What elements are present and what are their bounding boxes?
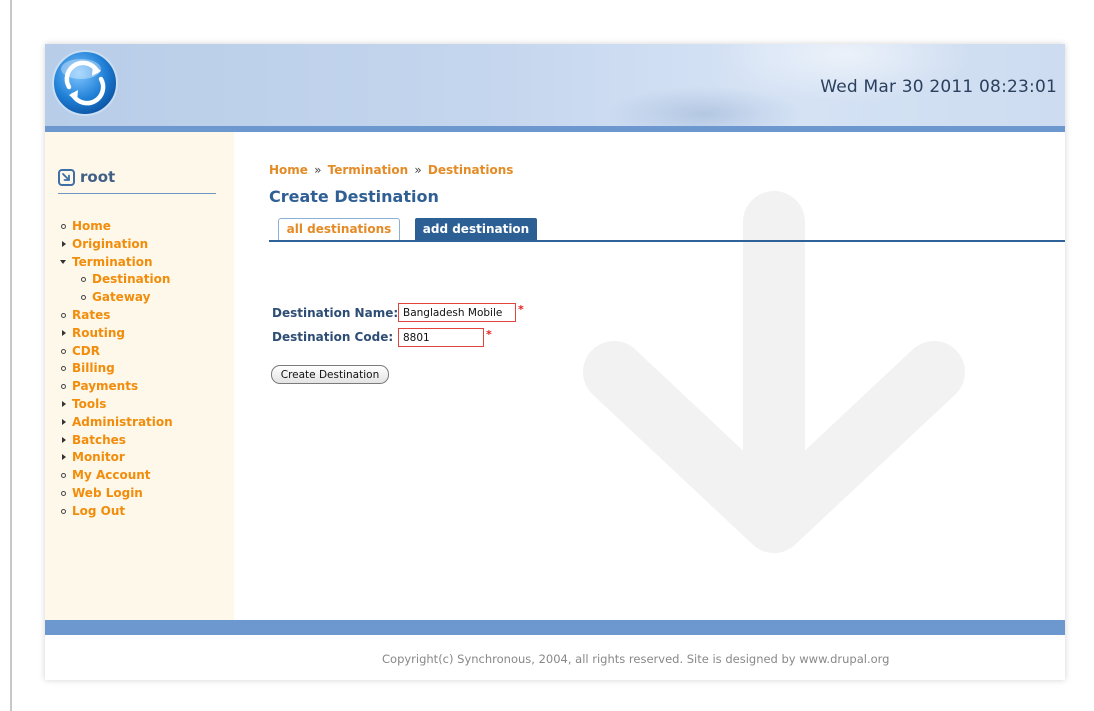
menu-item-label[interactable]: Destination <box>92 272 170 286</box>
menu-item-rates[interactable]: Rates <box>45 307 173 325</box>
menu-item-label[interactable]: Routing <box>72 326 125 340</box>
page-frame: Wed Mar 30 2011 08:23:01 root Home Origi… <box>45 44 1065 680</box>
menu-item-label[interactable]: Termination <box>72 255 153 269</box>
site-header: Wed Mar 30 2011 08:23:01 <box>45 44 1065 126</box>
expand-arrow-icon[interactable] <box>62 454 66 461</box>
menu-item-administration[interactable]: Administration <box>45 414 173 432</box>
bullet-icon <box>61 366 66 372</box>
bullet-icon <box>61 473 66 479</box>
menu-item-cdr[interactable]: CDR <box>45 343 173 361</box>
breadcrumb-separator: » <box>314 163 322 177</box>
breadcrumb-separator: » <box>414 163 422 177</box>
bullet-icon <box>61 490 66 496</box>
window-edge <box>10 0 12 711</box>
breadcrumb-destinations[interactable]: Destinations <box>428 163 514 177</box>
bullet-icon <box>61 384 66 390</box>
tab-add-destination[interactable]: add destination <box>415 218 537 242</box>
menu-item-web-login[interactable]: Web Login <box>45 485 173 503</box>
copyright-text: Copyright(c) Synchronous, 2004, all righ… <box>382 652 890 666</box>
destination-code-input[interactable] <box>398 328 484 347</box>
breadcrumb-home[interactable]: Home <box>269 163 308 177</box>
breadcrumb-termination[interactable]: Termination <box>328 163 409 177</box>
menu-item-termination[interactable]: Termination <box>45 254 173 272</box>
expand-arrow-icon[interactable] <box>62 400 66 407</box>
menu-item-gateway[interactable]: Gateway <box>45 289 173 307</box>
sidebar: root Home Origination Termination Destin… <box>45 132 234 620</box>
create-destination-button[interactable]: Create Destination <box>271 365 389 384</box>
footer-divider-bar <box>45 620 1065 635</box>
menu-item-label[interactable]: Origination <box>72 237 148 251</box>
site-footer: Copyright(c) Synchronous, 2004, all righ… <box>45 635 1065 680</box>
menu-item-tools[interactable]: Tools <box>45 396 173 414</box>
required-marker: * <box>518 303 524 316</box>
expand-arrow-icon[interactable] <box>62 240 66 247</box>
destination-code-label: Destination Code: <box>272 330 394 344</box>
header-clock: Wed Mar 30 2011 08:23:01 <box>820 77 1057 97</box>
user-box-icon <box>58 169 75 186</box>
page-title: Create Destination <box>269 187 439 206</box>
menu-item-label[interactable]: Gateway <box>92 290 150 304</box>
tab-all-destinations[interactable]: all destinations <box>278 218 400 240</box>
destination-name-input[interactable] <box>398 303 516 322</box>
tabs-underline <box>269 240 1065 242</box>
menu-item-billing[interactable]: Billing <box>45 360 173 378</box>
menu-item-routing[interactable]: Routing <box>45 325 173 343</box>
down-arrow-watermark-icon <box>583 191 965 553</box>
menu-item-my-account[interactable]: My Account <box>45 467 173 485</box>
expand-arrow-icon[interactable] <box>62 436 66 443</box>
menu-item-label[interactable]: Payments <box>72 379 138 393</box>
menu-item-label[interactable]: CDR <box>72 344 100 358</box>
bullet-icon <box>61 312 66 318</box>
main-content: Home » Termination » Destinations Create… <box>234 132 1065 620</box>
bullet-icon <box>81 295 86 301</box>
sync-logo-icon[interactable] <box>51 49 119 117</box>
menu-item-batches[interactable]: Batches <box>45 432 173 450</box>
destination-name-label: Destination Name: <box>272 306 399 320</box>
bullet-icon <box>61 224 66 229</box>
menu-item-label[interactable]: Web Login <box>72 486 143 500</box>
expand-arrow-icon[interactable] <box>62 329 66 336</box>
menu-item-label[interactable]: Billing <box>72 361 115 375</box>
menu-item-origination[interactable]: Origination <box>45 236 173 254</box>
menu-item-label[interactable]: My Account <box>72 468 151 482</box>
menu-item-label[interactable]: Log Out <box>72 504 125 518</box>
menu-item-label[interactable]: Batches <box>72 433 126 447</box>
menu-item-label[interactable]: Rates <box>72 308 110 322</box>
menu-item-label[interactable]: Administration <box>72 415 173 429</box>
required-marker: * <box>486 328 492 341</box>
main-menu: Home Origination Termination Destination… <box>45 218 173 521</box>
breadcrumb: Home » Termination » Destinations <box>269 163 513 177</box>
collapse-arrow-icon[interactable] <box>60 259 66 264</box>
menu-item-monitor[interactable]: Monitor <box>45 449 173 467</box>
menu-item-label[interactable]: Home <box>72 219 111 233</box>
menu-item-payments[interactable]: Payments <box>45 378 173 396</box>
bullet-icon <box>61 348 66 354</box>
bullet-icon <box>81 277 86 283</box>
menu-item-label[interactable]: Monitor <box>72 450 125 464</box>
menu-item-destination[interactable]: Destination <box>45 271 173 289</box>
menu-item-log-out[interactable]: Log Out <box>45 503 173 521</box>
bullet-icon <box>61 508 66 514</box>
expand-arrow-icon[interactable] <box>62 418 66 425</box>
menu-item-label[interactable]: Tools <box>72 397 106 411</box>
menu-item-home[interactable]: Home <box>45 218 173 236</box>
user-block: root <box>58 168 216 194</box>
user-name[interactable]: root <box>80 168 115 186</box>
